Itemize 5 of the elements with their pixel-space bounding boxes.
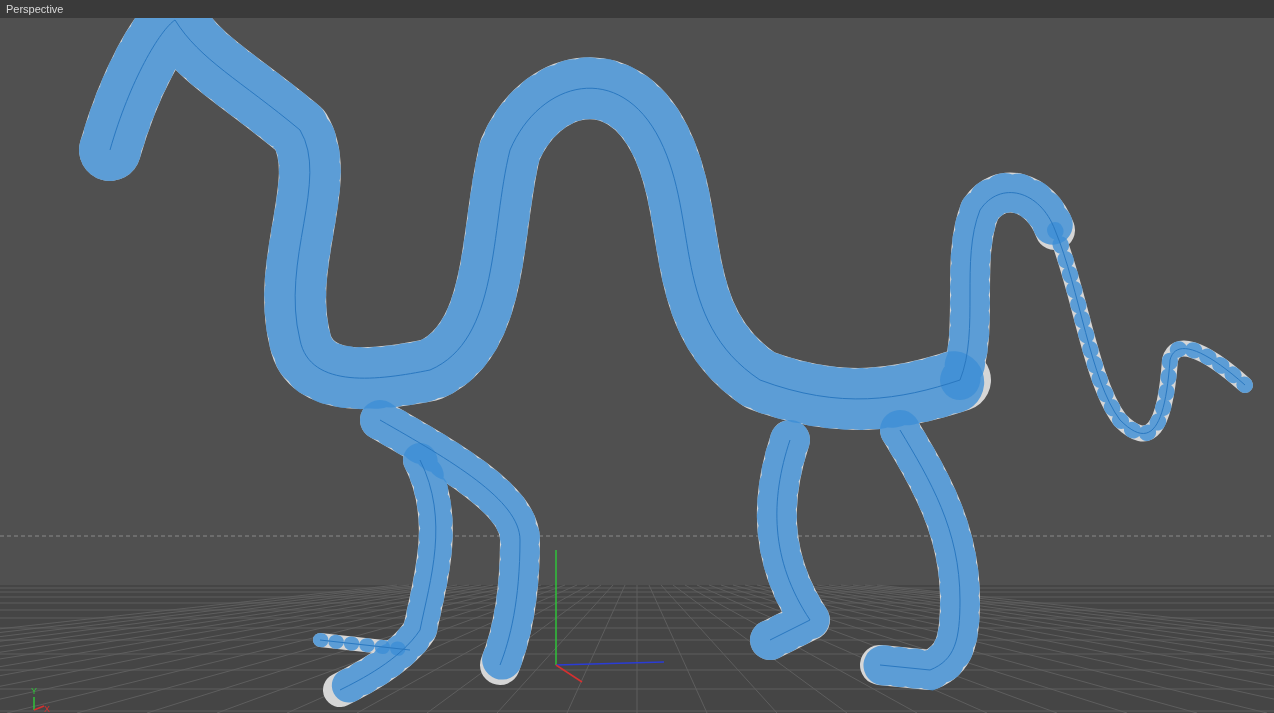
viewport-canvas[interactable]: Y X xyxy=(0,18,1274,713)
y-axis-label: Y xyxy=(31,686,37,696)
x-axis-label: X xyxy=(44,704,50,713)
viewport-title: Perspective xyxy=(6,1,64,17)
axis-gizmo-icon xyxy=(33,696,45,711)
